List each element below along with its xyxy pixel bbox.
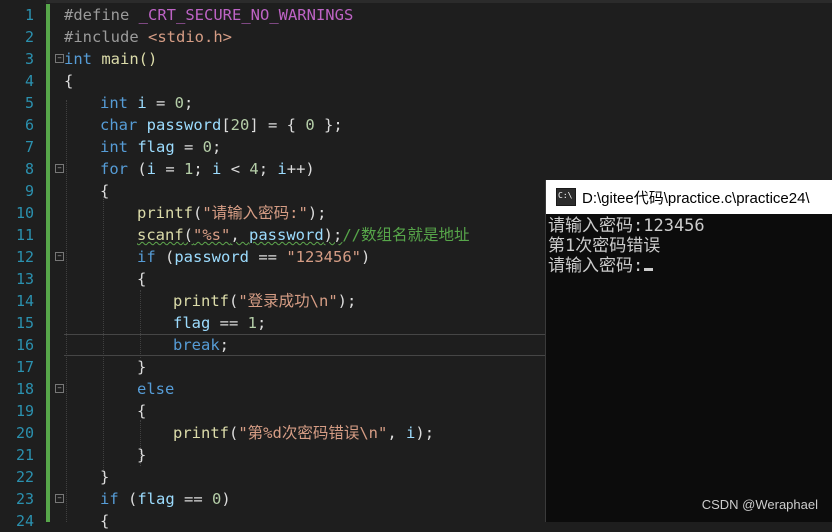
code-text[interactable]: { (100, 510, 109, 532)
line-number: 22 (15, 468, 34, 486)
code-text[interactable]: break; (173, 334, 229, 356)
code-line-3: 3 − int main() (0, 48, 832, 70)
code-text[interactable]: } (100, 466, 109, 488)
console-title: D:\gitee代码\practice.c\practice24\ (582, 190, 810, 207)
code-text[interactable]: { (137, 268, 146, 290)
console-output-line: 请输入密码:123456 (548, 216, 705, 236)
line-number: 4 (24, 72, 34, 90)
line-number: 15 (15, 314, 34, 332)
code-text[interactable]: { (137, 400, 146, 422)
code-text[interactable]: int main() (64, 48, 157, 70)
code-line-5: 5 int i = 0; (0, 92, 832, 114)
code-text[interactable]: if (flag == 0) (100, 488, 231, 510)
collapse-icon[interactable]: − (55, 384, 64, 393)
code-text[interactable]: } (137, 356, 146, 378)
code-text[interactable]: if (password == "123456") (137, 246, 370, 268)
watermark: CSDN @Weraphael (701, 497, 818, 512)
code-line-7: 7 int flag = 0; (0, 136, 832, 158)
code-line-8: 8 − for (i = 1; i < 4; i++) (0, 158, 832, 180)
line-number: 18 (15, 380, 34, 398)
code-text[interactable]: { (100, 180, 109, 202)
line-number: 2 (24, 28, 34, 46)
line-number: 20 (15, 424, 34, 442)
line-number: 3 (24, 50, 34, 68)
line-number: 14 (15, 292, 34, 310)
editor-top-border (0, 0, 832, 3)
line-number: 24 (15, 512, 34, 530)
collapse-icon[interactable]: − (55, 494, 64, 503)
code-line-4: 4 { (0, 70, 832, 92)
line-number: 17 (15, 358, 34, 376)
line-number: 6 (24, 116, 34, 134)
code-text[interactable]: int i = 0; (100, 92, 193, 114)
code-text[interactable]: else (137, 378, 174, 400)
line-number: 8 (24, 160, 34, 178)
code-text[interactable]: printf("请输入密码:"); (137, 202, 327, 224)
console-output-line: 第1次密码错误 (548, 236, 661, 256)
line-number: 7 (24, 138, 34, 156)
code-text[interactable]: scanf("%s", password);//数组名就是地址 (137, 224, 470, 246)
line-number: 19 (15, 402, 34, 420)
collapse-icon[interactable]: − (55, 54, 64, 63)
code-text[interactable]: char password[20] = { 0 }; (100, 114, 343, 136)
code-line-6: 6 char password[20] = { 0 }; (0, 114, 832, 136)
code-text[interactable]: { (64, 70, 73, 92)
cmd-icon: C:\ (556, 188, 576, 206)
code-text[interactable]: flag == 1; (173, 312, 266, 334)
text-cursor (644, 268, 654, 271)
line-number: 16 (15, 336, 34, 354)
code-text[interactable]: #define _CRT_SECURE_NO_WARNINGS (64, 4, 353, 26)
code-text[interactable]: printf("第%d次密码错误\n", i); (173, 422, 434, 444)
line-number: 12 (15, 248, 34, 266)
line-number: 23 (15, 490, 34, 508)
console-input-line[interactable]: 请输入密码: (548, 256, 654, 276)
code-text[interactable]: int flag = 0; (100, 136, 221, 158)
line-number: 21 (15, 446, 34, 464)
collapse-icon[interactable]: − (55, 164, 64, 173)
line-number: 5 (24, 94, 34, 112)
line-number: 10 (15, 204, 34, 222)
console-titlebar[interactable]: C:\ D:\gitee代码\practice.c\practice24\ (546, 180, 832, 214)
line-number: 13 (15, 270, 34, 288)
code-text[interactable]: } (137, 444, 146, 466)
code-text[interactable]: #include <stdio.h> (64, 26, 232, 48)
line-number: 11 (15, 226, 34, 244)
console-window[interactable]: C:\ D:\gitee代码\practice.c\practice24\ 请输… (545, 180, 832, 522)
line-number: 1 (24, 6, 34, 24)
line-number: 9 (24, 182, 34, 200)
code-line-2: 2 #include <stdio.h> (0, 26, 832, 48)
code-text[interactable]: for (i = 1; i < 4; i++) (100, 158, 315, 180)
code-line-1: 1 #define _CRT_SECURE_NO_WARNINGS (0, 4, 832, 26)
code-text[interactable]: printf("登录成功\n"); (173, 290, 356, 312)
collapse-icon[interactable]: − (55, 252, 64, 261)
